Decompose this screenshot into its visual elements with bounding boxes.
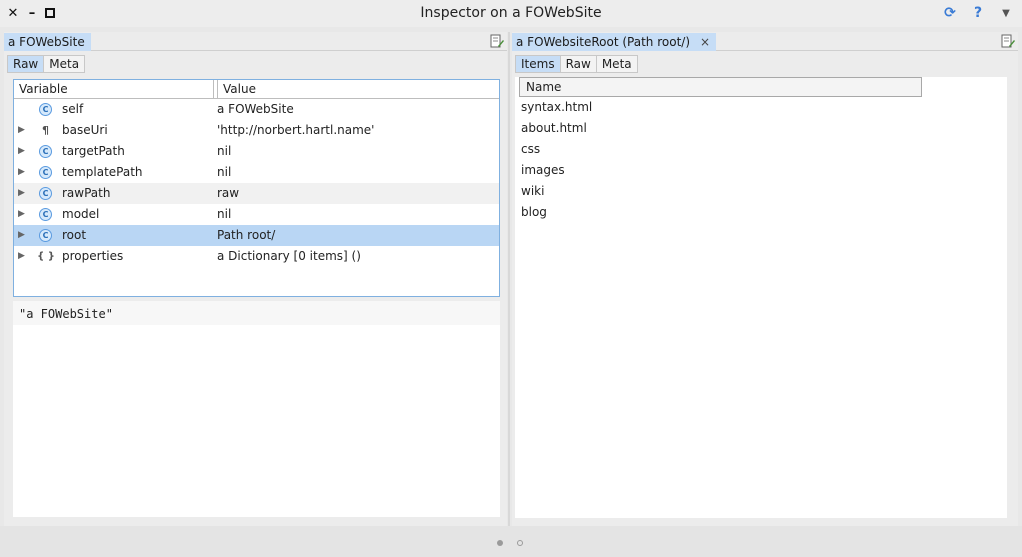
row-value: 'http://norbert.hartl.name' bbox=[217, 123, 375, 137]
row-variable: properties bbox=[62, 249, 124, 263]
right-pane-tab-label: a FOWebsiteRoot (Path root/) bbox=[516, 35, 690, 49]
class-icon: C bbox=[39, 166, 52, 179]
tab-items[interactable]: Items bbox=[516, 56, 561, 72]
row-variable: rawPath bbox=[62, 186, 111, 200]
left-pane-tab[interactable]: a FOWebSite bbox=[4, 33, 91, 51]
row-variable: root bbox=[62, 228, 87, 242]
row-value: nil bbox=[217, 207, 232, 221]
table-row[interactable]: ▶ C model nil bbox=[14, 204, 499, 225]
row-value: Path root/ bbox=[217, 228, 276, 242]
row-variable: templatePath bbox=[62, 165, 143, 179]
right-inspector-pane: a FOWebsiteRoot (Path root/) × Items Raw… bbox=[512, 32, 1018, 526]
table-row[interactable]: ▶ C targetPath nil bbox=[14, 141, 499, 162]
row-value: a Dictionary [0 items] () bbox=[217, 249, 361, 263]
table-row[interactable]: ▶ C rawPath raw bbox=[14, 183, 499, 204]
left-inspector-pane: a FOWebSite Raw Meta Variable Value C se… bbox=[4, 32, 507, 526]
right-subtabs: Items Raw Meta bbox=[515, 55, 638, 73]
row-variable: baseUri bbox=[62, 123, 108, 137]
help-icon[interactable]: ? bbox=[970, 5, 986, 21]
menu-dropdown-icon[interactable]: ▼ bbox=[998, 5, 1014, 21]
expand-arrow-icon[interactable]: ▶ bbox=[18, 246, 25, 267]
tab-meta[interactable]: Meta bbox=[597, 56, 637, 72]
refresh-icon[interactable]: ⟳ bbox=[942, 5, 958, 21]
table-row[interactable]: ▶ ¶ baseUri 'http://norbert.hartl.name' bbox=[14, 120, 499, 141]
tab-raw[interactable]: Raw bbox=[561, 56, 597, 72]
code-evaluator[interactable]: "a FOWebSite" bbox=[13, 301, 500, 517]
close-tab-icon[interactable]: × bbox=[700, 33, 710, 51]
bottom-bar bbox=[0, 526, 1022, 557]
list-item[interactable]: syntax.html bbox=[521, 97, 592, 118]
pane-divider[interactable] bbox=[508, 32, 510, 526]
class-icon: C bbox=[39, 229, 52, 242]
dictionary-icon: { } bbox=[37, 251, 55, 262]
row-variable: self bbox=[62, 102, 84, 116]
row-value: a FOWebSite bbox=[217, 102, 294, 116]
paragraph-icon: ¶ bbox=[42, 124, 49, 137]
items-list: Name syntax.html about.html css images w… bbox=[515, 77, 1007, 518]
title-bar: ✕ – Inspector on a FOWebSite ⟳ ? ▼ bbox=[0, 0, 1022, 27]
row-value: raw bbox=[217, 186, 240, 200]
class-icon: C bbox=[39, 145, 52, 158]
list-item[interactable]: css bbox=[521, 139, 540, 160]
class-icon: C bbox=[39, 103, 52, 116]
page-dot[interactable] bbox=[517, 540, 523, 546]
edit-action-icon[interactable] bbox=[489, 33, 505, 49]
expand-arrow-icon[interactable]: ▶ bbox=[18, 204, 25, 225]
page-indicator bbox=[485, 536, 535, 550]
row-value: nil bbox=[217, 165, 232, 179]
variables-table: Variable Value C self a FOWebSite ▶ ¶ ba… bbox=[13, 79, 500, 297]
code-text[interactable]: "a FOWebSite" bbox=[19, 307, 113, 321]
right-pane-tab[interactable]: a FOWebsiteRoot (Path root/) × bbox=[512, 33, 717, 51]
table-header: Variable Value bbox=[14, 80, 499, 99]
list-item[interactable]: blog bbox=[521, 202, 547, 223]
list-item[interactable]: images bbox=[521, 160, 565, 181]
window-title: Inspector on a FOWebSite bbox=[420, 5, 602, 21]
table-row-selected[interactable]: ▶ C root Path root/ bbox=[14, 225, 499, 246]
expand-arrow-icon[interactable]: ▶ bbox=[18, 225, 25, 246]
left-subtabs: Raw Meta bbox=[7, 55, 86, 73]
expand-arrow-icon[interactable]: ▶ bbox=[18, 183, 25, 204]
row-value: nil bbox=[217, 144, 232, 158]
edit-action-icon[interactable] bbox=[1000, 33, 1016, 49]
tab-raw[interactable]: Raw bbox=[8, 56, 45, 72]
left-pane-tab-label: a FOWebSite bbox=[8, 35, 85, 49]
right-pane-tabbar: a FOWebsiteRoot (Path root/) × bbox=[512, 32, 1018, 51]
expand-arrow-icon[interactable]: ▶ bbox=[18, 120, 25, 141]
row-variable: model bbox=[62, 207, 100, 221]
row-variable: targetPath bbox=[62, 144, 125, 158]
column-header-value[interactable]: Value bbox=[217, 80, 500, 98]
list-item[interactable]: wiki bbox=[521, 181, 544, 202]
tab-meta[interactable]: Meta bbox=[44, 56, 84, 72]
page-dot-active[interactable] bbox=[497, 540, 503, 546]
class-icon: C bbox=[39, 208, 52, 221]
table-row[interactable]: ▶ C templatePath nil bbox=[14, 162, 499, 183]
table-row[interactable]: C self a FOWebSite bbox=[14, 99, 499, 120]
class-icon: C bbox=[39, 187, 52, 200]
expand-arrow-icon[interactable]: ▶ bbox=[18, 162, 25, 183]
left-pane-tabbar: a FOWebSite bbox=[4, 32, 507, 51]
list-item[interactable]: about.html bbox=[521, 118, 587, 139]
column-header-variable[interactable]: Variable bbox=[14, 80, 214, 98]
table-row[interactable]: ▶ { } properties a Dictionary [0 items] … bbox=[14, 246, 499, 267]
column-header-name[interactable]: Name bbox=[519, 77, 922, 97]
expand-arrow-icon[interactable]: ▶ bbox=[18, 141, 25, 162]
